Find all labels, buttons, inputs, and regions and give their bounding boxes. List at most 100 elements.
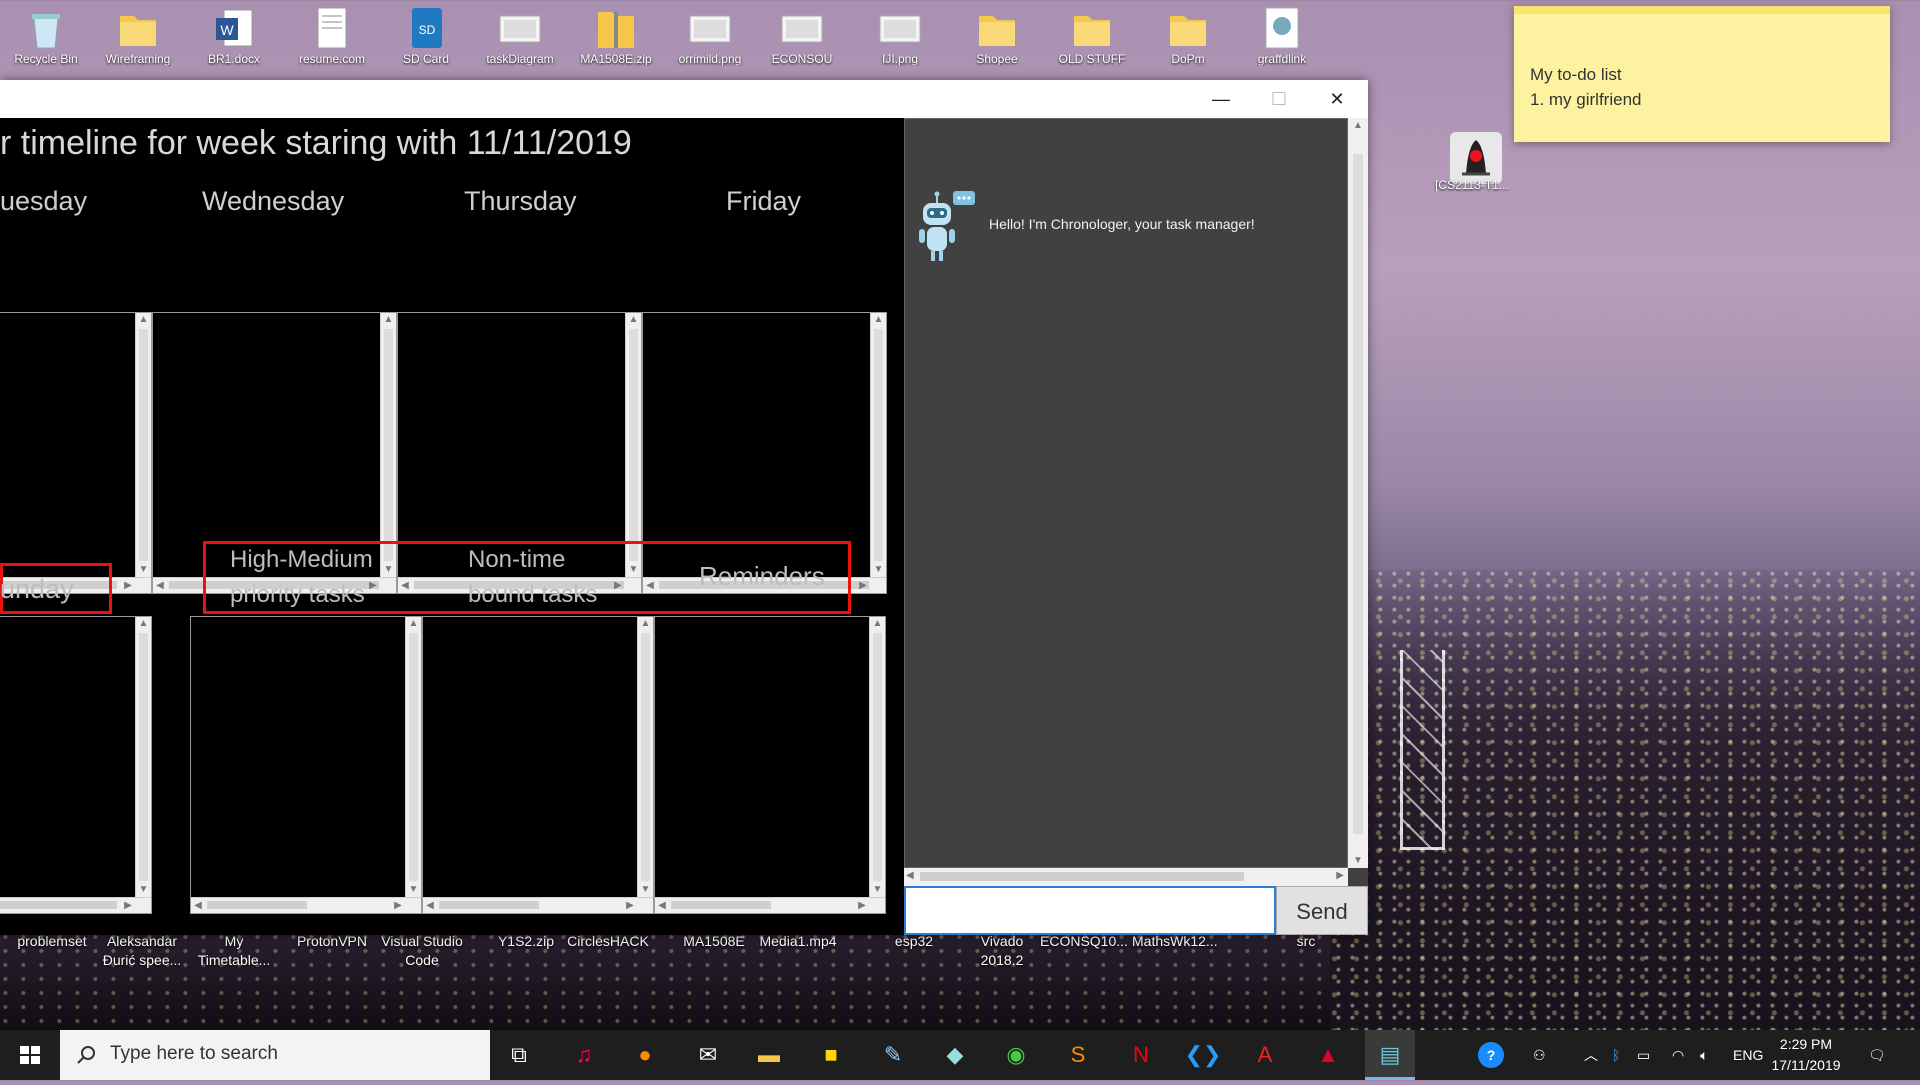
bluetooth-icon[interactable]: ᛒ xyxy=(1612,1030,1620,1080)
desktop-icon[interactable]: Wireframing xyxy=(96,4,180,66)
scroll-down-icon[interactable]: ▼ xyxy=(871,563,886,577)
help-icon[interactable]: ? xyxy=(1478,1030,1504,1080)
scrollbar-thumb[interactable] xyxy=(629,329,638,561)
volume-icon[interactable]: 🔈︎ xyxy=(1700,1030,1708,1080)
scroll-right-icon[interactable]: ▶ xyxy=(1336,870,1344,881)
scrollbar-thumb[interactable] xyxy=(671,901,771,909)
scroll-right-icon[interactable]: ▶ xyxy=(121,898,135,913)
sublime-text-icon[interactable]: S xyxy=(1053,1030,1103,1080)
paint-icon[interactable]: ✎ xyxy=(868,1030,918,1080)
acrobat-icon[interactable]: A xyxy=(1240,1030,1290,1080)
scroll-up-icon[interactable]: ▲ xyxy=(136,617,151,631)
desktop-icon-cs2113[interactable]: [CS2113-T1... xyxy=(1430,130,1514,192)
scrollbar-thumb[interactable] xyxy=(873,633,882,881)
desktop-icon[interactable]: SD SD Card xyxy=(384,4,468,66)
horizontal-scrollbar[interactable]: ◀▶ xyxy=(423,897,653,913)
vertical-scrollbar[interactable]: ▲ ▼ xyxy=(625,313,641,577)
vertical-scrollbar[interactable]: ▲ ▼ xyxy=(135,617,151,897)
angular-icon[interactable]: ▲ xyxy=(1303,1030,1353,1080)
people-icon[interactable]: ⚇ xyxy=(1533,1030,1546,1080)
chronologer-app-icon[interactable]: ▤ xyxy=(1365,1030,1415,1080)
wifi-icon[interactable]: ◠ xyxy=(1672,1030,1684,1080)
desktop-icon[interactable]: resume.com xyxy=(290,4,374,66)
desktop-icon[interactable]: IJI.png xyxy=(858,4,942,66)
desktop-icon[interactable]: orrimild.png xyxy=(668,4,752,66)
scroll-down-icon[interactable]: ▼ xyxy=(406,883,421,897)
scrollbar-thumb[interactable] xyxy=(139,633,148,881)
scroll-up-icon[interactable]: ▲ xyxy=(871,313,886,327)
vertical-scrollbar[interactable]: ▲ ▼ xyxy=(405,617,421,897)
scroll-up-icon[interactable]: ▲ xyxy=(1348,120,1368,131)
scrollbar-thumb[interactable] xyxy=(207,901,307,909)
task-view-icon[interactable]: ⧉ xyxy=(494,1030,544,1080)
vertical-scrollbar[interactable]: ▲ ▼ xyxy=(135,313,151,577)
scroll-up-icon[interactable]: ▲ xyxy=(626,313,641,327)
start-button[interactable] xyxy=(0,1030,60,1080)
scroll-down-icon[interactable]: ▼ xyxy=(136,563,151,577)
scroll-up-icon[interactable]: ▲ xyxy=(870,617,885,631)
scroll-down-icon[interactable]: ▼ xyxy=(870,883,885,897)
clock[interactable]: 2:29 PM 17/11/2019 xyxy=(1756,1034,1856,1076)
desktop-icon[interactable]: ECONSOU xyxy=(760,4,844,66)
tasks-pane-high-medium-priority[interactable]: ▲ ▼ ◀ ▶ xyxy=(190,616,422,914)
desktop-icon[interactable]: taskDiagram xyxy=(478,4,562,66)
scroll-left-icon[interactable]: ◀ xyxy=(191,898,205,913)
scroll-left-icon[interactable]: ◀ xyxy=(906,870,914,881)
desktop-icon[interactable]: W BR1.docx xyxy=(192,4,276,66)
taskbar-search[interactable]: Type here to search xyxy=(60,1030,490,1080)
tasks-pane-sunday[interactable]: ▲▼◀▶ xyxy=(0,616,152,914)
vscode-icon[interactable]: ❮❯ xyxy=(1178,1030,1228,1080)
scroll-down-icon[interactable]: ▼ xyxy=(638,883,653,897)
notifications-icon[interactable]: 🗨︎ xyxy=(1868,1030,1886,1080)
netflix-icon[interactable]: N xyxy=(1116,1030,1166,1080)
desktop-icon[interactable]: Recycle Bin xyxy=(4,4,88,66)
scrollbar-thumb[interactable] xyxy=(874,329,883,561)
scroll-right-icon[interactable]: ▶ xyxy=(856,578,870,593)
desktop-icon-label[interactable]: Vivado 2018.2 xyxy=(960,932,1044,970)
scrollbar-thumb[interactable] xyxy=(139,329,148,561)
scroll-left-icon[interactable]: ◀ xyxy=(423,898,437,913)
tasks-pane-reminders[interactable]: ▲ ▼ ◀ ▶ xyxy=(654,616,886,914)
desktop-icon[interactable]: graffdlink xyxy=(1240,4,1324,66)
chat-vertical-scrollbar[interactable]: ▲ ▼ xyxy=(1348,118,1368,868)
scrollbar-thumb[interactable] xyxy=(439,901,539,909)
app-icon[interactable]: ◆ xyxy=(930,1030,980,1080)
scroll-right-icon[interactable]: ▶ xyxy=(855,898,869,913)
file-explorer-icon[interactable]: ▬ xyxy=(744,1030,794,1080)
scrollbar-thumb[interactable] xyxy=(920,872,1244,881)
vertical-scrollbar[interactable]: ▲ ▼ xyxy=(380,313,396,577)
scroll-right-icon[interactable]: ▶ xyxy=(121,578,135,593)
battery-icon[interactable]: ▭ xyxy=(1637,1030,1650,1080)
vertical-scrollbar[interactable]: ▲ ▼ xyxy=(870,313,886,577)
mail-icon[interactable]: ✉ xyxy=(683,1030,733,1080)
scrollbar-thumb[interactable] xyxy=(384,329,393,561)
sticky-note[interactable]: My to-do list 1. my girlfriend xyxy=(1514,6,1890,142)
scrollbar-thumb[interactable] xyxy=(1353,154,1363,834)
desktop-icon[interactable]: MA1508E.zip xyxy=(574,4,658,66)
scroll-down-icon[interactable]: ▼ xyxy=(136,883,151,897)
scroll-up-icon[interactable]: ▲ xyxy=(136,313,151,327)
scrollbar-thumb[interactable] xyxy=(0,901,117,909)
chat-input[interactable] xyxy=(904,886,1276,935)
scroll-up-icon[interactable]: ▲ xyxy=(381,313,396,327)
itunes-icon[interactable]: ♫ xyxy=(559,1030,609,1080)
tasks-pane-tuesday[interactable]: ▲▼◀▶ xyxy=(0,312,152,594)
close-button[interactable]: ✕ xyxy=(1308,80,1366,118)
chat-horizontal-scrollbar[interactable]: ◀ ▶ xyxy=(904,868,1348,886)
scroll-right-icon[interactable]: ▶ xyxy=(391,898,405,913)
horizontal-scrollbar[interactable]: ◀▶ xyxy=(191,897,421,913)
vertical-scrollbar[interactable]: ▲ ▼ xyxy=(869,617,885,897)
desktop-icon-label[interactable]: My Timetable... xyxy=(192,932,276,970)
sticky-notes-icon[interactable]: ■ xyxy=(806,1030,856,1080)
horizontal-scrollbar[interactable]: ◀▶ xyxy=(655,897,885,913)
minimize-button[interactable]: — xyxy=(1192,80,1250,118)
scrollbar-thumb[interactable] xyxy=(409,633,418,881)
horizontal-scrollbar[interactable]: ◀▶ xyxy=(0,897,151,913)
vertical-scrollbar[interactable]: ▲ ▼ xyxy=(637,617,653,897)
scroll-up-icon[interactable]: ▲ xyxy=(406,617,421,631)
chrome-icon[interactable]: ◉ xyxy=(991,1030,1041,1080)
scroll-left-icon[interactable]: ◀ xyxy=(655,898,669,913)
desktop-icon-label[interactable]: Aleksandar Đurić spee... xyxy=(100,932,184,970)
firefox-icon[interactable]: ● xyxy=(620,1030,670,1080)
scroll-down-icon[interactable]: ▼ xyxy=(1348,855,1368,866)
